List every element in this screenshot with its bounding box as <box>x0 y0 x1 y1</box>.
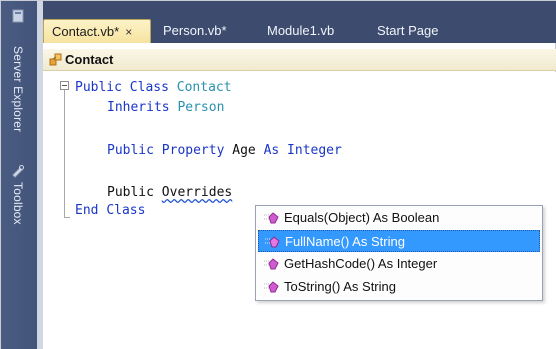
completion-label: ToString() As String <box>284 279 396 294</box>
class-dropdown[interactable]: Contact <box>43 49 556 71</box>
fold-guide <box>64 90 65 218</box>
completion-item-equals[interactable]: Equals(Object) As Boolean <box>258 207 540 229</box>
code-line-2: Inherits Person <box>107 100 225 115</box>
completion-label: Equals(Object) As Boolean <box>284 210 440 225</box>
server-explorer-tab[interactable]: Server Explorer <box>7 33 29 145</box>
completion-item-gethashcode[interactable]: GetHashCode() As Integer <box>258 253 540 275</box>
code-line-1: Public Class Contact <box>75 80 232 95</box>
error-squiggle: Overrides <box>161 185 233 200</box>
tab-label: Module1.vb <box>267 23 335 38</box>
close-icon[interactable]: × <box>125 25 132 39</box>
method-icon <box>264 258 279 270</box>
method-icon <box>265 236 280 248</box>
pin-icon[interactable] <box>10 8 26 24</box>
completion-label: FullName() As String <box>285 234 405 249</box>
class-dropdown-label: Contact <box>65 52 114 67</box>
fold-guide-end <box>64 217 70 218</box>
method-icon <box>264 281 279 293</box>
class-icon <box>49 53 62 66</box>
code-line-3: Public Property Age As Integer <box>107 143 342 158</box>
tab-module1-vb[interactable]: Module1.vb <box>259 19 342 43</box>
method-icon <box>264 212 279 224</box>
tab-person-vb[interactable]: Person.vb* <box>155 19 235 43</box>
server-explorer-label: Server Explorer <box>11 45 25 133</box>
code-line-4: Public Overrides <box>107 185 233 200</box>
document-tabs: Contact.vb* × Person.vb* Module1.vb Start… <box>43 1 556 43</box>
tab-label: Contact.vb* <box>52 24 120 39</box>
ide-window: Server Explorer Toolbox Contact.vb* × Per… <box>0 0 556 349</box>
toolbox-label: Toolbox <box>11 181 25 225</box>
tab-start-page[interactable]: Start Page <box>369 19 446 43</box>
tab-contact-vb[interactable]: Contact.vb* × <box>43 19 151 43</box>
tab-label: Start Page <box>377 23 439 38</box>
completion-label: GetHashCode() As Integer <box>284 256 438 271</box>
code-line-5: End Class <box>75 203 146 218</box>
completion-item-tostring[interactable]: ToString() As String <box>258 276 540 298</box>
intellisense-popup: Equals(Object) As Boolean FullName() As … <box>255 205 543 301</box>
toolbox-icon <box>12 164 24 178</box>
collapse-toggle-icon[interactable] <box>60 81 69 90</box>
toolbox-tab[interactable]: Toolbox <box>7 149 29 239</box>
side-dock-strip: Server Explorer Toolbox <box>1 1 37 349</box>
tab-label: Person.vb* <box>163 23 227 38</box>
completion-item-fullname[interactable]: FullName() As String <box>258 230 540 252</box>
